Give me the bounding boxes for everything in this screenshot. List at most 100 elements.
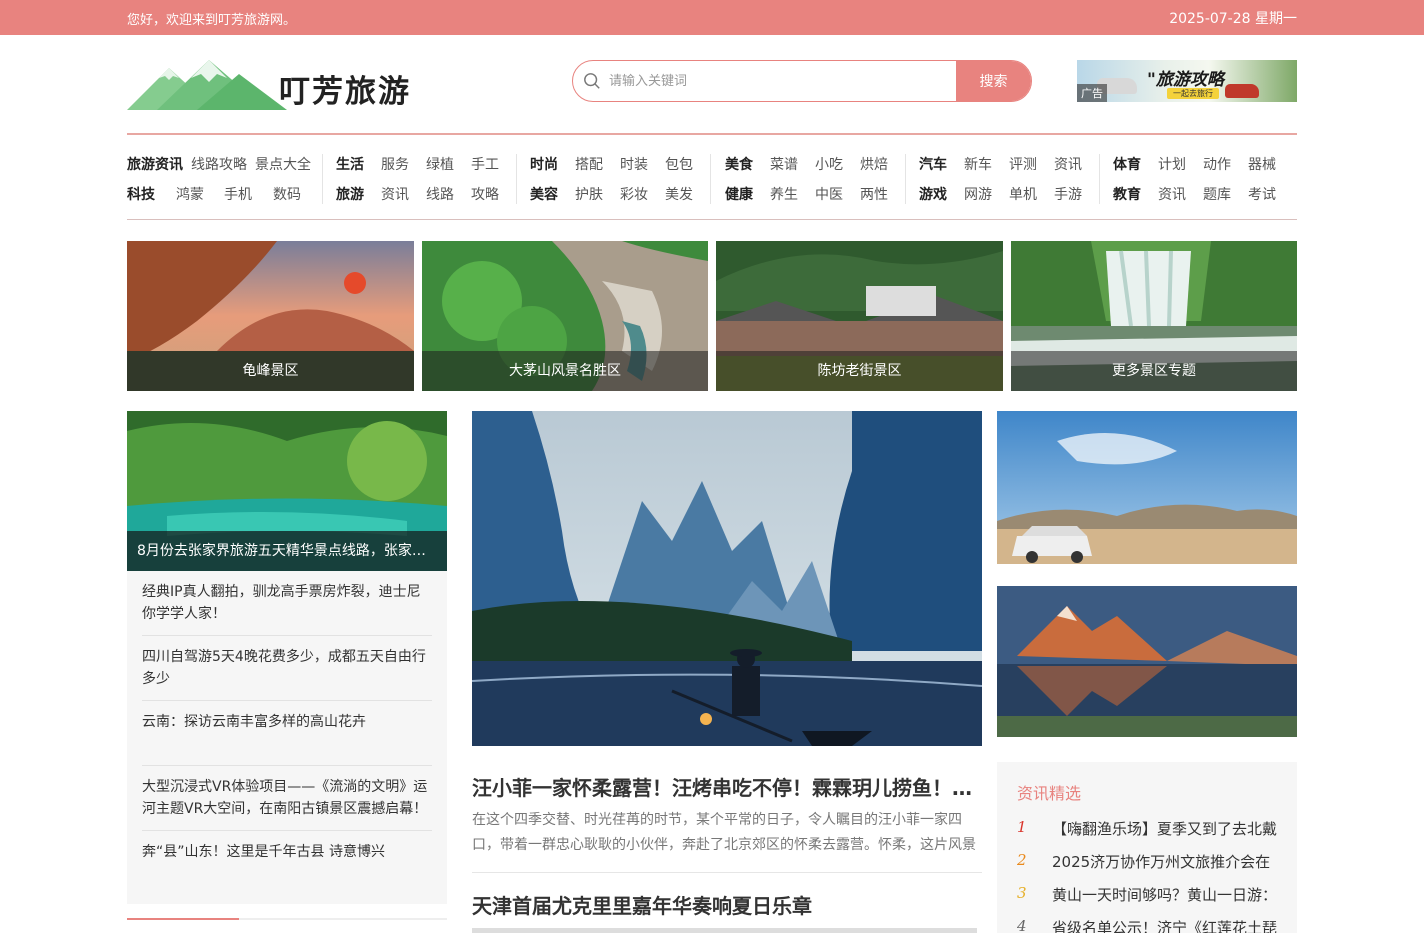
nav-group-life: 生活 服务 绿植 手工 旅游 资讯 线路 攻略 xyxy=(336,148,516,208)
left-tab-bar xyxy=(127,918,447,920)
nav-link[interactable]: 生活 xyxy=(336,154,364,174)
nav-link[interactable]: 游戏 xyxy=(919,184,947,204)
nav-link[interactable]: 攻略 xyxy=(471,184,499,204)
nav-link[interactable]: 美发 xyxy=(665,184,693,204)
nav-link[interactable]: 搭配 xyxy=(575,154,603,174)
nav-group-fashion: 时尚 搭配 时装 包包 美容 护肤 彩妆 美发 xyxy=(530,148,710,208)
scenic-tile-chenfang[interactable]: 陈坊老街景区 xyxy=(716,241,1003,391)
list-separator xyxy=(142,635,432,636)
nav-link[interactable]: 计划 xyxy=(1158,154,1186,174)
nav-link[interactable]: 资讯 xyxy=(1158,184,1186,204)
nav-link[interactable]: 鸿蒙 xyxy=(176,184,204,204)
scenic-tile-more[interactable]: 更多景区专题 xyxy=(1011,241,1297,391)
featured-news-panel: 资讯精选 1 【嗨翻渔乐场】夏季又到了去北戴 2 2025济万协作万州文旅推介会… xyxy=(997,762,1297,933)
list-item[interactable]: 奔“县”山东！这里是千年古县 诗意博兴 xyxy=(142,841,432,863)
scenic-tile-damaoshan[interactable]: 大茅山风景名胜区 xyxy=(422,241,708,391)
nav-link[interactable]: 动作 xyxy=(1203,154,1231,174)
ad-title: "旅游攻略 xyxy=(1147,70,1224,90)
rank-number: 2 xyxy=(1017,851,1027,869)
nav-link[interactable]: 汽车 xyxy=(919,154,947,174)
nav-link[interactable]: 数码 xyxy=(273,184,301,204)
nav-link[interactable]: 评测 xyxy=(1009,154,1037,174)
nav-link[interactable]: 旅游资讯 xyxy=(127,154,183,174)
nav-separator xyxy=(1099,154,1100,204)
nav-link[interactable]: 新车 xyxy=(964,154,992,174)
nav-link[interactable]: 美食 xyxy=(725,154,753,174)
ad-subtitle: 一起去旅行 xyxy=(1167,88,1219,99)
list-item[interactable]: 云南：探访云南丰富多样的高山花卉 xyxy=(142,711,432,733)
right-image-desert[interactable] xyxy=(997,411,1297,564)
nav-link[interactable]: 旅游 xyxy=(336,184,364,204)
nav-group-sports: 体育 计划 动作 器械 教育 资讯 题库 考试 xyxy=(1113,148,1293,208)
nav-link[interactable]: 考试 xyxy=(1248,184,1276,204)
nav-divider xyxy=(127,133,1297,135)
right-image-mountain[interactable] xyxy=(997,586,1297,737)
nav-link[interactable]: 绿植 xyxy=(426,154,454,174)
article-desc: 在这个四季交替、时光荏苒的时节，某个平常的日子，令人瞩目的汪小菲一家四口，带着一… xyxy=(472,812,976,853)
nav-link[interactable]: 时尚 xyxy=(530,154,558,174)
left-news-list: 经典IP真人翻拍，驯龙高手票房炸裂，迪士尼你学学人家！ 四川自驾游5天4晚花费多… xyxy=(127,571,447,904)
headline-image[interactable] xyxy=(472,411,982,746)
nav-link[interactable]: 烘焙 xyxy=(860,154,888,174)
nav-link[interactable]: 体育 xyxy=(1113,154,1141,174)
nav-link[interactable]: 资讯 xyxy=(1054,154,1082,174)
left-feature-card[interactable]: 8月份去张家界旅游五天精华景点线路，张家界旅游攻略 xyxy=(127,411,447,571)
site-logo[interactable]: 叮芳旅游 xyxy=(127,56,427,112)
rank-number: 3 xyxy=(1017,884,1027,902)
top-bar: 您好，欢迎来到叮芳旅游网。 2025-07-28 星期一 xyxy=(0,0,1424,35)
ranked-item[interactable]: 2 2025济万协作万州文旅推介会在 xyxy=(1017,851,1287,873)
list-item[interactable]: 大型沉浸式VR体验项目——《流淌的文明》运河主题VR大空间，在南阳古镇景区震撼启… xyxy=(142,776,432,820)
ranked-item[interactable]: 1 【嗨翻渔乐场】夏季又到了去北戴 xyxy=(1017,818,1287,840)
nav-link[interactable]: 器械 xyxy=(1248,154,1276,174)
nav-link[interactable]: 景点大全 xyxy=(255,154,311,174)
nav-link[interactable]: 菜谱 xyxy=(770,154,798,174)
desert-photo xyxy=(997,411,1297,564)
nav-link[interactable]: 手工 xyxy=(471,154,499,174)
nav-separator xyxy=(710,154,711,204)
scenic-caption: 陈坊老街景区 xyxy=(716,351,1003,391)
brand-name: 叮芳旅游 xyxy=(279,74,411,110)
nav-link[interactable]: 手机 xyxy=(224,184,252,204)
rank-number: 4 xyxy=(1017,917,1027,933)
ranked-item-text: 2025济万协作万州文旅推介会在 xyxy=(1052,853,1271,871)
nav-link[interactable]: 手游 xyxy=(1054,184,1082,204)
date-text: 2025-07-28 星期一 xyxy=(1169,11,1297,27)
article-title[interactable]: 天津首届尤克里里嘉年华奏响夏日乐章 xyxy=(472,890,982,919)
nav-link[interactable]: 线路 xyxy=(426,184,454,204)
nav-link[interactable]: 包包 xyxy=(665,154,693,174)
nav-divider xyxy=(127,219,1297,220)
search-input[interactable] xyxy=(609,61,959,101)
ad-banner[interactable]: "旅游攻略 一起去旅行 广告 xyxy=(1077,60,1297,102)
list-item[interactable]: 四川自驾游5天4晚花费多少，成都五天自由行多少 xyxy=(142,646,432,690)
nav-link[interactable]: 服务 xyxy=(381,154,409,174)
ranked-item-text: 省级名单公示！济宁《红莲花土琵 xyxy=(1052,919,1278,933)
nav-link[interactable]: 健康 xyxy=(725,184,753,204)
mountain-logo-icon xyxy=(127,60,287,110)
nav-link[interactable]: 小吃 xyxy=(815,154,843,174)
nav-link[interactable]: 资讯 xyxy=(381,184,409,204)
article-title[interactable]: 汪小菲一家怀柔露营！汪烤串吃不停！霖霖玥儿捞鱼！超级开心 xyxy=(472,772,982,801)
list-item[interactable]: 经典IP真人翻拍，驯龙高手票房炸裂，迪士尼你学学人家！ xyxy=(142,581,432,625)
nav-link[interactable]: 教育 xyxy=(1113,184,1141,204)
nav-link[interactable]: 养生 xyxy=(770,184,798,204)
ranked-item[interactable]: 3 黄山一天时间够吗？黄山一日游： xyxy=(1017,884,1287,906)
active-tab-indicator xyxy=(127,918,239,920)
ranked-item-text: 【嗨翻渔乐场】夏季又到了去北戴 xyxy=(1052,820,1278,838)
nav-link[interactable]: 线路攻略 xyxy=(191,154,247,174)
nav-link[interactable]: 单机 xyxy=(1009,184,1037,204)
scenic-tile-guifeng[interactable]: 龟峰景区 xyxy=(127,241,414,391)
nav-link[interactable]: 护肤 xyxy=(575,184,603,204)
nav-link[interactable]: 科技 xyxy=(127,184,155,204)
nav-separator xyxy=(516,154,517,204)
nav-link[interactable]: 两性 xyxy=(860,184,888,204)
nav-link[interactable]: 中医 xyxy=(815,184,843,204)
nav-link[interactable]: 网游 xyxy=(964,184,992,204)
rank-number: 1 xyxy=(1017,818,1027,836)
nav-link[interactable]: 时装 xyxy=(620,154,648,174)
ranked-item[interactable]: 4 省级名单公示！济宁《红莲花土琵 xyxy=(1017,917,1287,933)
search-button[interactable]: 搜索 xyxy=(956,61,1031,101)
headline-photo xyxy=(472,411,982,746)
nav-link[interactable]: 题库 xyxy=(1203,184,1231,204)
nav-link[interactable]: 美容 xyxy=(530,184,558,204)
nav-link[interactable]: 彩妆 xyxy=(620,184,648,204)
